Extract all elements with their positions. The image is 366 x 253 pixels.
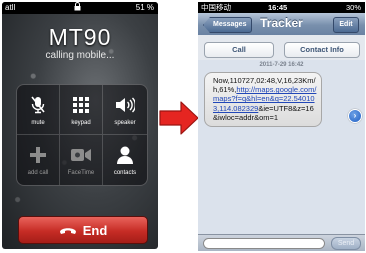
add-call-button[interactable]: add call <box>17 135 60 185</box>
call-button[interactable]: Call <box>204 42 274 58</box>
video-camera-icon <box>60 145 102 165</box>
keypad-icon <box>60 95 102 115</box>
speaker-button[interactable]: speaker <box>103 85 147 135</box>
mic-off-icon <box>17 95 59 115</box>
end-call-button[interactable]: End <box>18 216 148 244</box>
contacts-label: contacts <box>113 170 137 176</box>
call-status: calling mobile... <box>45 50 115 61</box>
status-bar: 中国移动 16:45 30% <box>198 2 365 13</box>
facetime-button[interactable]: FaceTime <box>60 135 103 185</box>
add-call-label: add call <box>27 170 49 176</box>
plus-icon <box>17 145 59 165</box>
mute-button[interactable]: mute <box>17 85 60 135</box>
send-button[interactable]: Send <box>331 237 361 250</box>
clock-label: 16:45 <box>268 3 288 12</box>
right-arrow-icon <box>158 100 200 141</box>
mute-label: mute <box>31 120 45 126</box>
sms-screen: 中国移动 16:45 30% Messages Tracker Edit Cal… <box>198 2 365 251</box>
message-timestamp: 2011-7-29 16:42 <box>259 62 304 68</box>
message-bubble: Now,110727,02:48,V,16,23Km/h,61%,http://… <box>204 72 322 128</box>
caller-name: MT90 <box>48 24 112 50</box>
battery-label: 30% <box>345 3 361 12</box>
carrier-label: atll <box>5 3 16 12</box>
status-bar: atll 51 % <box>2 2 158 14</box>
phone-hangup-icon <box>59 228 76 234</box>
navigation-bar: Messages Tracker Edit <box>198 13 365 36</box>
facetime-label: FaceTime <box>67 170 95 176</box>
keypad-label: keypad <box>71 120 91 126</box>
contact-actions: Call Contact Info <box>198 35 365 60</box>
end-call-label: End <box>82 222 108 238</box>
speaker-label: speaker <box>114 120 136 126</box>
person-icon <box>103 145 147 165</box>
contact-info-button[interactable]: Contact Info <box>284 42 360 58</box>
message-input[interactable] <box>203 238 325 249</box>
compose-bar: Send <box>198 234 365 251</box>
lock-icon <box>74 2 81 15</box>
call-options-panel: mute keypad speaker add call FaceTime co… <box>16 84 148 186</box>
carrier-label: 中国移动 <box>201 3 231 12</box>
battery-label: 51 % <box>135 3 154 12</box>
contacts-button[interactable]: contacts <box>103 135 147 185</box>
edit-button[interactable]: Edit <box>333 17 359 33</box>
speaker-icon <box>103 95 147 115</box>
keypad-button[interactable]: keypad <box>60 85 103 135</box>
disclosure-chevron-icon[interactable]: › <box>348 109 362 123</box>
call-screen: atll 51 % MT90 calling mobile... mute ke… <box>2 2 158 249</box>
